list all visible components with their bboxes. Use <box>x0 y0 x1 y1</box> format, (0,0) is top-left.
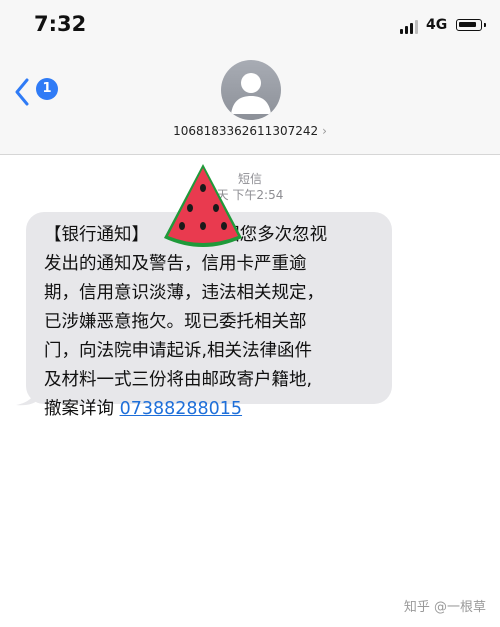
watermelon-slice-icon <box>164 164 242 247</box>
back-button[interactable]: 1 <box>14 74 64 110</box>
chevron-left-icon <box>15 78 29 106</box>
status-time: 7:32 <box>34 12 87 36</box>
signal-strength-icon <box>400 20 420 34</box>
message-type-label: 短信 <box>237 172 262 186</box>
avatar[interactable] <box>221 60 281 120</box>
contact-number[interactable]: 1068183362611307242 › <box>0 124 500 138</box>
status-bar: 7:32 4G <box>0 0 500 52</box>
chevron-right-icon: › <box>322 124 327 138</box>
zhihu-watermark: 知乎 @一根草 <box>403 600 486 615</box>
person-silhouette-icon <box>231 73 271 114</box>
message-timestamp: 天 下午2:54 <box>216 188 284 202</box>
phone-number-link[interactable]: 07388288015 <box>120 399 242 419</box>
conversation-header: 1 1068183362611307242 › <box>0 52 500 155</box>
bubble-tail <box>16 386 38 406</box>
contact-number-text: 1068183362611307242 <box>173 124 319 138</box>
unread-count-badge: 1 <box>36 78 58 100</box>
battery-icon <box>456 19 486 31</box>
network-type: 4G <box>426 17 448 33</box>
